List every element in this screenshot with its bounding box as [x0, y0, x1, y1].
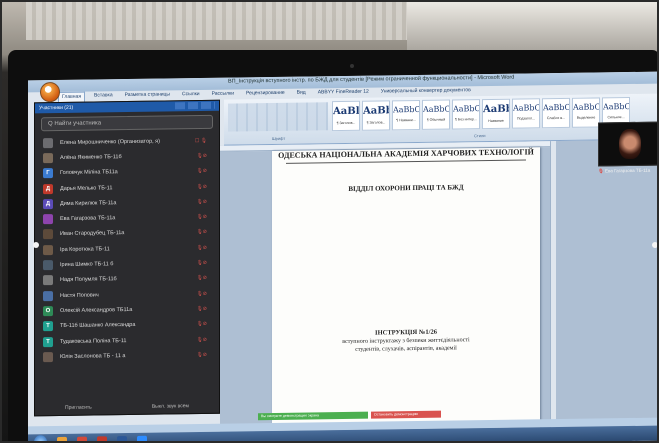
window-title: ВП_Інструкція вступного інстр. по БЖД дл… — [228, 74, 515, 85]
invite-button[interactable]: Пригласить — [65, 405, 92, 411]
mic-muted-icon[interactable]: 🎙⊘ — [196, 245, 207, 251]
participant-search-placeholder: Q Найти участника — [48, 120, 102, 128]
style-sample: AaBb — [363, 105, 389, 117]
video-label: 🎙 Ева Гагарзова ТБ-11а — [598, 168, 650, 175]
participant-name: Олексій Александров ТБ11а — [60, 306, 133, 314]
browser-icon[interactable] — [77, 436, 87, 441]
font-tools[interactable] — [228, 102, 328, 132]
participant-name: Тудаковська Поліна ТБ-11 — [60, 337, 127, 345]
avatar — [43, 229, 53, 240]
participants-title: Участники (21) — [39, 104, 74, 112]
mute-all-button[interactable]: Выкл. звук всем — [152, 403, 189, 410]
mic-muted-icon[interactable]: 🎙⊘ — [196, 153, 207, 159]
participant-search-input[interactable]: Q Найти участника — [41, 114, 213, 132]
tab-home[interactable]: Главная — [58, 91, 86, 103]
mic-muted-icon[interactable]: 🎙⊘ — [196, 260, 207, 266]
panel-window-buttons[interactable] — [175, 101, 215, 110]
avatar: Д — [43, 198, 53, 210]
mic-muted-icon[interactable]: 🎙⊘ — [196, 321, 207, 327]
video-participant-name: Ева Гагарзова ТБ-11а — [604, 167, 651, 174]
participant-name: Юлія Заслонова ТБ - 11 а — [60, 352, 126, 360]
opera-icon[interactable] — [97, 435, 107, 441]
participant-row[interactable]: Юлія Заслонова ТБ - 11 а 🎙⊘ — [35, 347, 219, 365]
avatar — [43, 244, 53, 255]
mic-muted-icon[interactable]: 🎙⊘ — [196, 183, 207, 189]
webcam-dot — [350, 64, 354, 68]
avatar — [43, 275, 53, 286]
tab-view[interactable]: Вид — [294, 88, 309, 98]
avatar — [43, 290, 53, 301]
participant-name: Алёна Якименко ТБ-11б — [60, 154, 122, 161]
mic-muted-icon[interactable]: 🎙⊘ — [196, 214, 207, 220]
participant-name: Ірина Шимко ТБ-11 б — [60, 261, 114, 268]
style-item[interactable]: AaBb ¶ Заголов... — [362, 100, 390, 131]
tab-review[interactable]: Рецензирование — [243, 89, 288, 100]
style-sample: AaBl — [333, 105, 359, 118]
participant-name: Дима Кирилюк ТБ-11а — [60, 200, 117, 207]
participant-name: Елена Мирошниченко (Организатор, я) — [60, 138, 160, 146]
avatar: Г — [43, 168, 53, 179]
mic-muted-icon[interactable]: 🎙⊘ — [196, 306, 207, 312]
participant-list: Елена Мирошниченко (Организатор, я) ☐ 🎙 Ал… — [35, 133, 219, 365]
screen-edge-highlight — [652, 242, 657, 248]
mic-muted-icon[interactable]: 🎙⊘ — [196, 168, 207, 174]
tab-references[interactable]: Ссылки — [179, 90, 203, 100]
participants-header: Участники (21) — [35, 100, 219, 114]
avatar — [43, 153, 53, 164]
avatar — [43, 260, 53, 271]
avatar: О — [43, 305, 53, 317]
window-light — [407, 2, 657, 52]
font-group-label: Шрифт — [272, 135, 286, 142]
photo-frame: ВП_Інструкція вступного інстр. по БЖД дл… — [0, 0, 659, 443]
participant-video-tile[interactable] — [598, 121, 657, 167]
avatar — [43, 351, 53, 363]
mic-muted-icon[interactable]: 🎙⊘ — [196, 229, 207, 235]
folder-icon[interactable] — [57, 436, 67, 441]
participant-name: Іра Коротюка ТБ-11 — [60, 245, 110, 253]
participant-name: Дарья Мелько ТБ-11 — [60, 184, 113, 192]
tab-insert[interactable]: Вставка — [91, 91, 116, 101]
office-button[interactable] — [40, 81, 60, 103]
participant-name: Головчук Мiлiна ТБ11а — [60, 169, 118, 177]
avatar: Т — [43, 321, 53, 332]
participants-footer: Пригласить Выкл. звук всем — [35, 403, 219, 412]
avatar — [43, 214, 53, 225]
avatar: Т — [43, 336, 53, 347]
mic-muted-icon[interactable]: 🎙⊘ — [196, 291, 207, 297]
curtain — [26, 2, 426, 40]
participant-name: Ева Гагарзова ТБ-11а — [60, 215, 116, 223]
participant-name: Иван Стародубец ТБ-11а — [60, 230, 125, 238]
tab-mailings[interactable]: Рассылки — [209, 90, 237, 100]
participant-name: ТБ-11б Шашанко Александра — [60, 322, 136, 330]
word-icon[interactable] — [117, 435, 127, 441]
screen-edge-highlight — [33, 242, 39, 248]
zoom-icon[interactable] — [137, 435, 147, 441]
style-name: ¶ Заголов... — [336, 120, 356, 126]
participants-panel: Участники (21) Q Найти участника Елена М… — [34, 99, 220, 417]
mic-muted-icon[interactable]: 🎙⊘ — [196, 352, 207, 358]
style-name: ¶ Заголов... — [366, 120, 386, 125]
style-item[interactable]: AaBl ¶ Заголов... — [332, 100, 360, 132]
avatar — [43, 137, 53, 148]
stop-share-button[interactable]: Остановить демонстрацию — [371, 410, 441, 419]
participant-face — [619, 128, 641, 160]
mic-muted-icon[interactable]: ☐ 🎙 — [195, 138, 207, 144]
mic-muted-icon: 🎙 — [598, 168, 604, 174]
participant-name: Надя Полумля ТБ-11б — [60, 276, 117, 284]
mic-muted-icon[interactable]: 🎙⊘ — [196, 336, 207, 342]
mic-muted-icon[interactable]: 🎙⊘ — [196, 199, 207, 205]
start-button[interactable] — [34, 435, 47, 441]
avatar: Д — [43, 183, 53, 194]
doc-instruction-block: ІНСТРУКЦІЯ №1/26 вступного інструктажу з… — [272, 327, 540, 355]
laptop-screen: ВП_Інструкція вступного інстр. по БЖД дл… — [28, 71, 657, 441]
video-zone: 🎙 Ева Гагарзова ТБ-11а — [414, 110, 657, 253]
participant-name: Настя Попович — [60, 292, 99, 299]
mic-muted-icon[interactable]: 🎙⊘ — [196, 275, 207, 281]
